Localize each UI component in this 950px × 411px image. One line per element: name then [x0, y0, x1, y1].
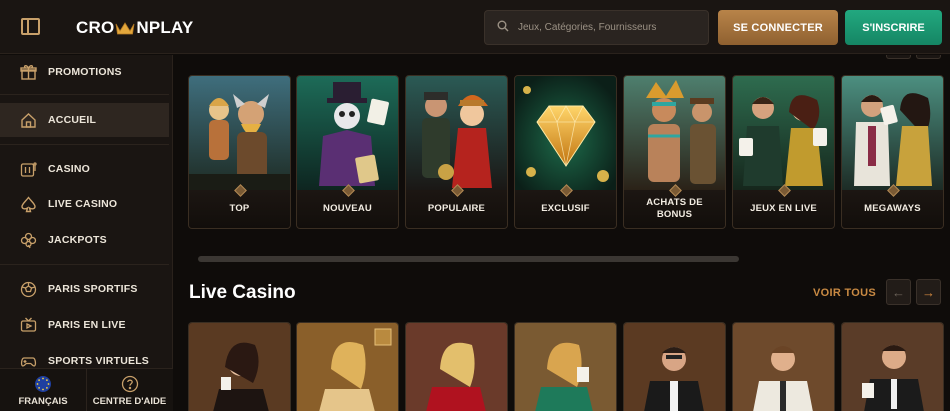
slot-machine-icon	[19, 160, 37, 178]
category-card-top[interactable]: TOP	[188, 75, 291, 229]
category-exclusif-artwork	[515, 76, 616, 192]
category-card-populaire[interactable]: POPULAIRE	[405, 75, 508, 229]
sidebar-divider	[0, 94, 169, 95]
live-casino-next-button[interactable]: →	[916, 279, 941, 305]
search-box[interactable]	[484, 10, 709, 45]
live-game-card[interactable]	[188, 322, 291, 411]
eu-flag-icon	[34, 375, 52, 393]
home-icon	[19, 111, 37, 129]
sidebar-toggle-icon[interactable]	[21, 18, 40, 35]
sidebar-item-accueil[interactable]: ACCUEIL	[0, 103, 169, 137]
sidebar-item-live-casino[interactable]: LIVE CASINO	[0, 187, 169, 221]
category-label: MEGAWAYS	[842, 190, 943, 228]
sidebar-divider	[0, 144, 169, 145]
live-game-card[interactable]	[514, 322, 617, 411]
sidebar-footer: FRANÇAIS CENTRE D'AIDE	[0, 368, 173, 411]
carousel-scrollbar[interactable]	[198, 256, 739, 262]
sidebar-item-label: PARIS EN LIVE	[48, 319, 126, 331]
spade-icon	[19, 195, 37, 213]
search-input[interactable]	[518, 22, 698, 33]
sidebar-item-label: PARIS SPORTIFS	[48, 283, 138, 295]
category-bonus-artwork	[624, 76, 725, 192]
live-game-card[interactable]	[405, 322, 508, 411]
category-label: POPULAIRE	[406, 190, 507, 228]
help-label: CENTRE D'AIDE	[92, 395, 167, 407]
sidebar-item-promotions[interactable]: PROMOTIONS	[0, 55, 169, 89]
sidebar-item-label: LIVE CASINO	[48, 198, 118, 210]
live-casino-title: Live Casino	[189, 282, 296, 303]
sidebar-item-label: ACCUEIL	[48, 114, 97, 126]
sidebar: PROMOTIONS ACCUEIL CASINO LIVE CASINO JA…	[0, 55, 173, 411]
sidebar-item-paris-sportifs[interactable]: PARIS SPORTIFS	[0, 272, 169, 306]
category-live-games-artwork	[733, 76, 834, 192]
live-game-card[interactable]	[841, 322, 944, 411]
arrow-right-icon: →	[922, 284, 935, 300]
category-next-button[interactable]	[916, 55, 941, 59]
crownplay-logo[interactable]: CRO NPLAY	[76, 17, 193, 39]
language-label: FRANÇAIS	[18, 395, 68, 407]
live-casino-prev-button[interactable]: ←	[886, 279, 911, 305]
category-nouveau-artwork	[297, 76, 398, 192]
sidebar-item-label: CASINO	[48, 163, 91, 175]
category-label: ACHATS DE BONUS	[624, 190, 725, 228]
help-icon	[121, 375, 139, 393]
category-card-nouveau[interactable]: NOUVEAU	[296, 75, 399, 229]
live-game-card[interactable]	[732, 322, 835, 411]
sidebar-item-label: JACKPOTS	[48, 234, 107, 246]
clover-icon	[19, 231, 37, 249]
search-icon	[497, 19, 509, 37]
category-megaways-artwork	[842, 76, 943, 192]
arrow-left-icon: ←	[892, 284, 905, 300]
sidebar-item-casino[interactable]: CASINO	[0, 152, 169, 186]
logo-text-left: CRO	[76, 18, 115, 37]
category-card-exclusif[interactable]: EXCLUSIF	[514, 75, 617, 229]
signup-button[interactable]: S'INSCRIRE	[845, 10, 942, 45]
category-card-jeux-en-live[interactable]: JEUX EN LIVE	[732, 75, 835, 229]
sidebar-item-paris-en-live[interactable]: PARIS EN LIVE	[0, 308, 169, 342]
category-label: TOP	[189, 190, 290, 228]
category-top-artwork	[189, 76, 290, 192]
sidebar-item-label: PROMOTIONS	[48, 66, 122, 78]
top-header: CRO NPLAY SE CONNECTER S'INSCRIRE	[0, 0, 950, 54]
sidebar-item-label: SPORTS VIRTUELS	[48, 355, 150, 367]
category-prev-button[interactable]	[886, 55, 911, 59]
category-populaire-artwork	[406, 76, 507, 192]
language-selector[interactable]: FRANÇAIS	[0, 369, 86, 411]
category-card-achats-de-bonus[interactable]: ACHATS DE BONUS	[623, 75, 726, 229]
crown-icon	[115, 21, 135, 35]
logo-text-right: NPLAY	[136, 18, 194, 37]
sidebar-divider	[0, 264, 169, 265]
help-center-link[interactable]: CENTRE D'AIDE	[86, 369, 172, 411]
category-card-megaways[interactable]: MEGAWAYS	[841, 75, 944, 229]
gift-icon	[19, 63, 37, 81]
live-game-card[interactable]	[623, 322, 726, 411]
login-button[interactable]: SE CONNECTER	[718, 10, 838, 45]
main-content: TOP NOUVEAU POPULAIRE EXCLUSIF ACHATS DE…	[174, 55, 950, 411]
football-icon	[19, 280, 37, 298]
sidebar-item-jackpots[interactable]: JACKPOTS	[0, 223, 169, 257]
category-label: EXCLUSIF	[515, 190, 616, 228]
category-label: NOUVEAU	[297, 190, 398, 228]
live-game-card[interactable]	[296, 322, 399, 411]
see-all-link[interactable]: VOIR TOUS	[813, 287, 876, 299]
category-label: JEUX EN LIVE	[733, 190, 834, 228]
tv-icon	[19, 316, 37, 334]
